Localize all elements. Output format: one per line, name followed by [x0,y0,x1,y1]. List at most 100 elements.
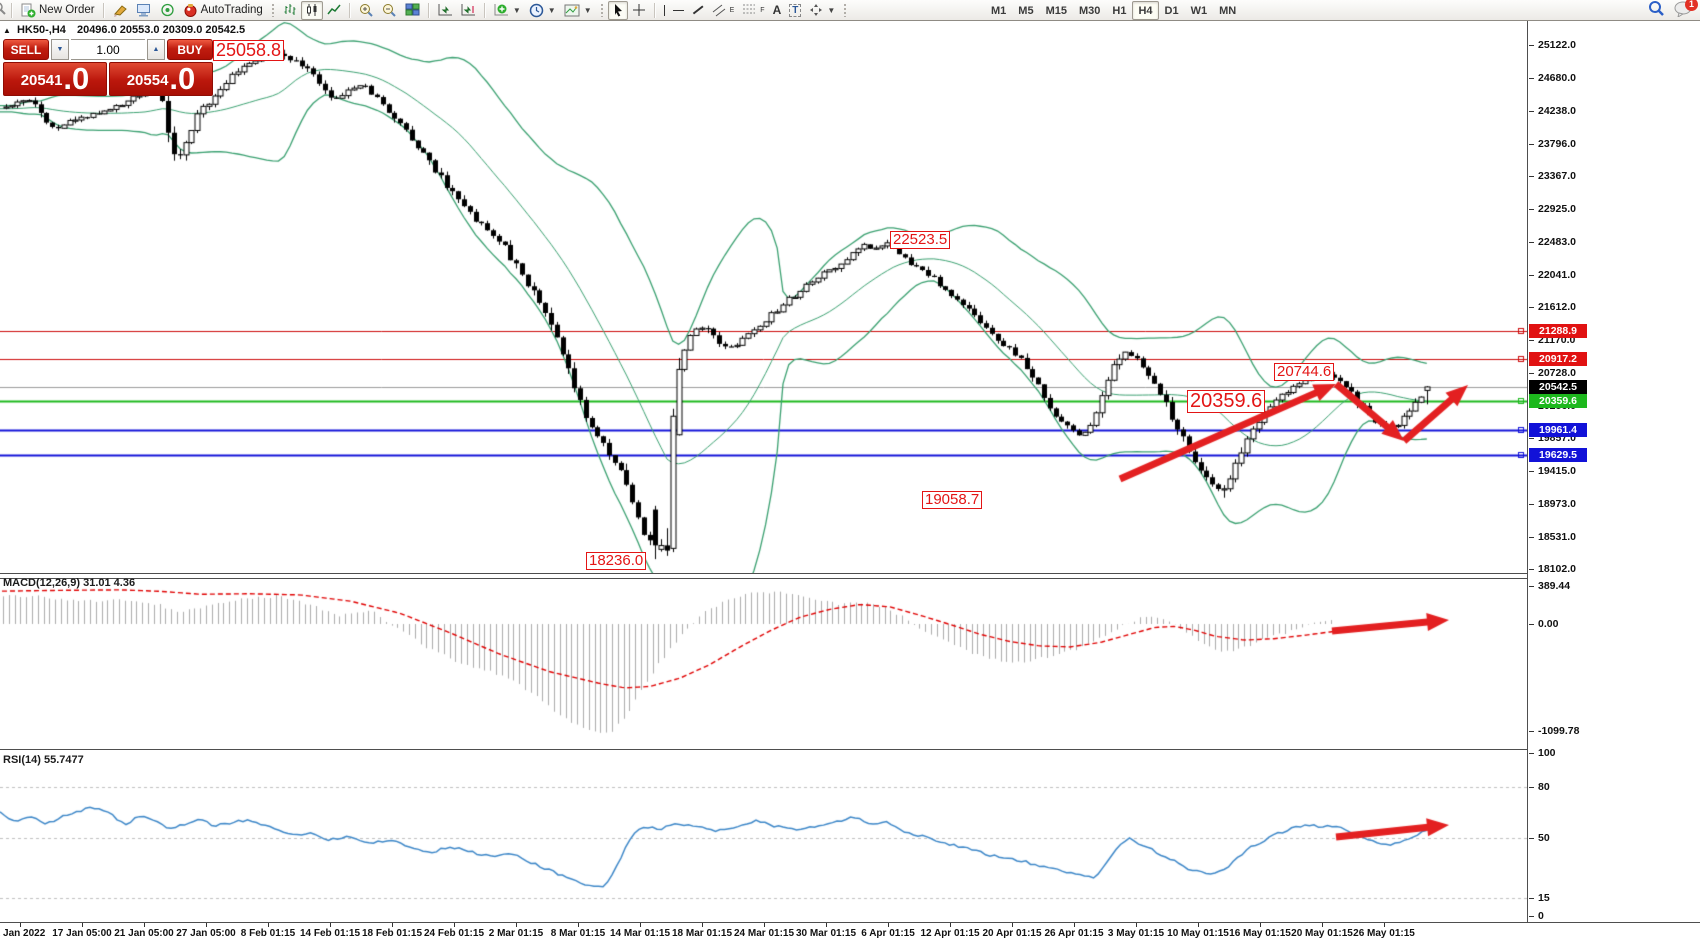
sell-price[interactable]: 20541.0 [3,62,107,96]
time-tick-mark [82,923,83,927]
new-order-icon [21,3,36,18]
crosshair-button[interactable] [628,1,650,20]
timeframe-button-m5[interactable]: M5 [1012,1,1039,20]
axis-tick-mark [1529,787,1534,788]
toolbar-grip[interactable] [843,3,847,17]
price-axis-border [1527,21,1528,922]
sell-button[interactable]: SELL [3,39,49,60]
toolbar-grip[interactable] [271,3,275,17]
monitor-icon [136,3,152,17]
vertical-line-tool[interactable] [660,1,669,20]
channel-icon [712,3,727,17]
toolbar-left-group: New Order AutoTrading [0,0,851,20]
autotrading-button[interactable]: AutoTrading [179,1,267,20]
new-order-label: New Order [39,4,95,16]
axis-tick-mark [1529,144,1534,145]
fibonacci-tool[interactable]: F [738,1,768,20]
arrows-icon [809,3,823,17]
macd-axis-label: -1099.78 [1538,725,1579,737]
time-axis-label: 12 Apr 01:15 [920,928,979,939]
notifications-button[interactable]: 1 [1674,1,1694,20]
volume-input[interactable] [71,39,145,60]
trendline-tool[interactable] [688,1,708,20]
rsi-canvas[interactable] [0,751,1527,922]
toolbar: New Order AutoTrading [0,0,1700,21]
price-level-label: 20542.5 [1529,380,1587,394]
time-tick-mark [392,923,393,927]
price-annotation[interactable]: 22523.5 [890,231,950,249]
axis-tick-mark [1529,438,1534,439]
volume-decrease-button[interactable]: ▼ [51,39,69,60]
line-chart-button[interactable] [323,1,345,20]
dropdown-caret: ▼ [827,6,835,15]
candlestick-chart-button[interactable] [301,1,323,20]
text-label-tool[interactable]: T [785,1,805,20]
bar-chart-button[interactable] [279,1,301,20]
buy-price[interactable]: 20554.0 [109,62,213,96]
zoom-in-icon [359,3,374,18]
chart-shift-button[interactable] [457,1,480,20]
channel-tool[interactable]: E [708,1,739,20]
time-axis[interactable]: 1 Jan 202217 Jan 05:0021 Jan 05:0027 Jan… [0,923,1700,940]
price-annotation[interactable]: 18236.0 [586,552,646,570]
notification-badge: 1 [1685,0,1698,11]
search-button[interactable] [1648,0,1666,20]
price-annotation[interactable]: 19058.7 [922,491,982,509]
panel-separator[interactable] [0,749,1527,750]
price-annotation[interactable]: 20744.6 [1274,363,1334,381]
time-axis-label: 3 May 01:15 [1108,928,1164,939]
cursor-button[interactable] [608,1,628,20]
timeframe-button-m30[interactable]: M30 [1073,1,1106,20]
price-annotation[interactable]: 20359.6 [1187,390,1265,413]
price-level-label: 20917.2 [1529,352,1587,366]
timeframe-button-w1[interactable]: W1 [1185,1,1214,20]
text-tool[interactable]: A [769,1,786,20]
timeframe-button-h4[interactable]: H4 [1132,1,1158,20]
toolbar-grip[interactable] [600,3,604,17]
volume-increase-button[interactable]: ▲ [147,39,165,60]
indicators-button[interactable]: ▼ [490,1,525,20]
new-order-button[interactable]: New Order [17,1,99,20]
timeframe-button-m15[interactable]: M15 [1040,1,1073,20]
separator [654,3,656,18]
price-level-label: 21288.9 [1529,324,1587,338]
periods-button[interactable]: ▼ [525,1,560,20]
timeframe-button-mn[interactable]: MN [1213,1,1242,20]
price-axis-label: 25122.0 [1538,39,1576,51]
timeframe-button-d1[interactable]: D1 [1159,1,1185,20]
sell-price-main: 20541 [21,68,63,94]
auto-scroll-button[interactable] [434,1,457,20]
axis-tick-mark [1529,753,1534,754]
zoom-out-button[interactable] [378,1,401,20]
timeframe-button-m1[interactable]: M1 [985,1,1012,20]
buy-button[interactable]: BUY [167,39,213,60]
price-axis-label: 22483.0 [1538,236,1576,248]
templates-button[interactable]: ▼ [560,1,596,20]
market-watch-button[interactable] [132,1,156,20]
styler-button[interactable] [109,1,132,20]
axis-tick-mark [1529,111,1534,112]
dropdown-caret: ▼ [548,6,556,15]
time-tick-mark [1136,923,1137,927]
axis-tick-mark [1529,504,1534,505]
time-tick-mark [1198,923,1199,927]
rsi-label: RSI(14) 55.7477 [3,754,84,766]
fibonacci-letter: F [760,7,764,14]
main-chart-canvas[interactable] [0,21,1527,573]
price-annotation[interactable]: 25058.8 [213,40,284,61]
macd-canvas[interactable] [0,578,1527,749]
time-axis-label: 14 Mar 01:15 [610,928,670,939]
time-tick-mark [144,923,145,927]
separator [11,3,13,18]
toolbar-right-group: 1 [1648,0,1694,20]
tile-windows-icon [405,3,420,17]
horizontal-line-tool[interactable] [669,1,688,20]
axis-tick-mark [1529,898,1534,899]
template-icon [564,4,580,17]
axis-tick-mark [1529,624,1534,625]
arrows-tool[interactable]: ▼ [805,1,839,20]
timeframe-button-h1[interactable]: H1 [1106,1,1132,20]
signals-button[interactable] [156,1,179,20]
zoom-in-button[interactable] [355,1,378,20]
tile-windows-button[interactable] [401,1,424,20]
